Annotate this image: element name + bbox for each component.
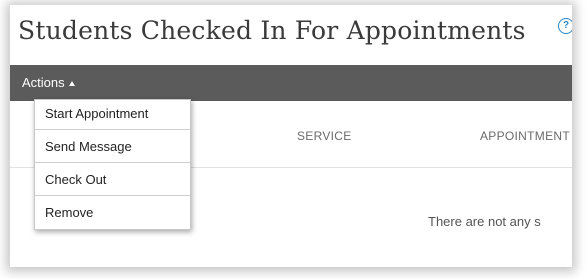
menu-item-send-message[interactable]: Send Message <box>35 130 190 163</box>
caret-up-icon <box>68 81 75 86</box>
actions-dropdown-menu: Start Appointment Send Message Check Out… <box>34 99 191 230</box>
menu-item-check-out[interactable]: Check Out <box>35 163 190 196</box>
actions-toolbar: Actions <box>10 65 572 101</box>
actions-button[interactable]: Actions <box>22 75 75 90</box>
page-title: Students Checked In For Appointments <box>18 16 526 45</box>
help-icon[interactable]: ? <box>558 18 572 34</box>
menu-item-start-appointment[interactable]: Start Appointment <box>35 100 190 130</box>
menu-item-remove[interactable]: Remove <box>35 196 190 229</box>
column-header-service[interactable]: SERVICE <box>297 129 352 143</box>
checked-in-panel: Students Checked In For Appointments ? A… <box>10 5 572 267</box>
column-header-appointment-time[interactable]: APPOINTMENT T <box>480 129 572 143</box>
empty-table-message: There are not any s <box>428 214 541 229</box>
actions-label: Actions <box>22 75 65 90</box>
